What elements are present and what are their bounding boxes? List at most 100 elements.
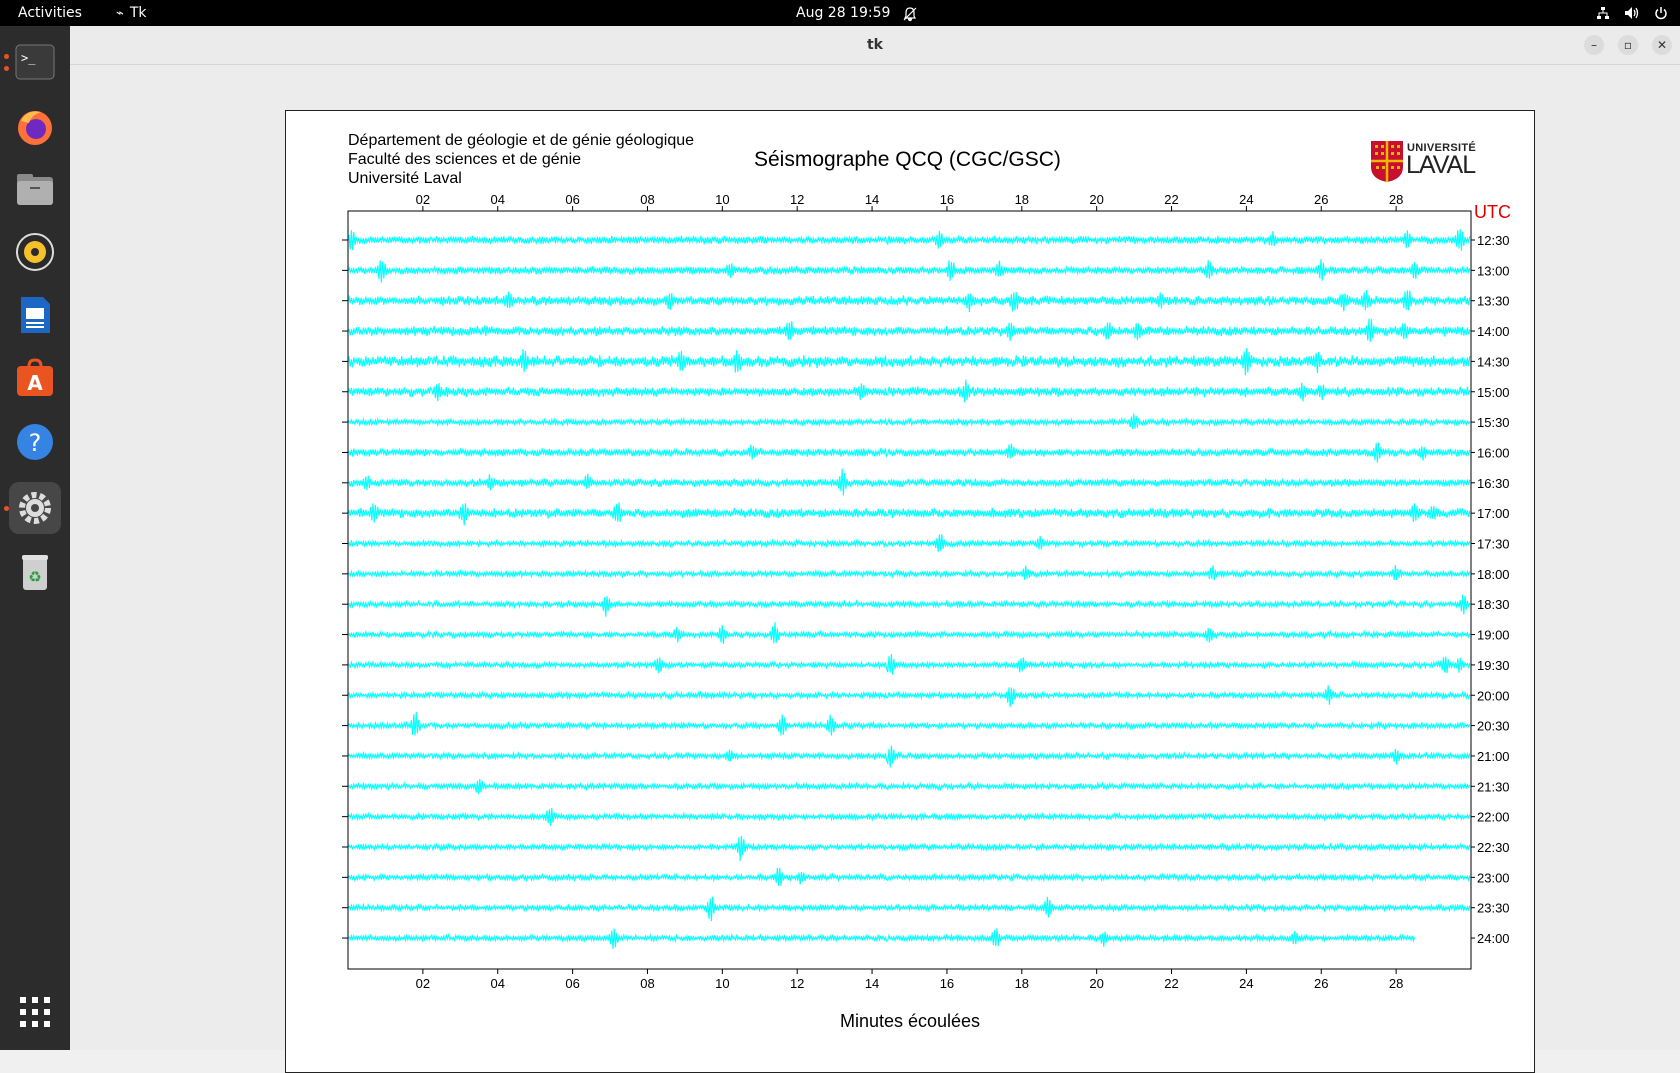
seismograph-canvas: Département de géologie et de génie géol… <box>285 110 1535 1073</box>
x-tick-label-top: 06 <box>565 192 579 207</box>
trash-icon[interactable]: ♻ <box>9 546 61 598</box>
seismic-trace <box>348 229 1471 251</box>
volume-icon <box>1624 6 1640 20</box>
activities-button[interactable]: Activities <box>18 0 82 26</box>
terminal-icon[interactable]: >_ <box>9 36 61 88</box>
tk-window: tk – ▫ ✕ Département de géologie et de g… <box>70 26 1680 1073</box>
seismic-trace <box>348 348 1471 376</box>
show-apps-icon[interactable] <box>9 986 61 1038</box>
window-title: tk <box>866 37 883 53</box>
seismic-trace <box>348 379 1471 403</box>
row-time-label: 17:30 <box>1477 537 1510 552</box>
svg-text:?: ? <box>29 429 42 457</box>
app-icon: ⌁ <box>116 6 124 21</box>
x-tick-label-bottom: 16 <box>940 976 954 991</box>
svg-text:A: A <box>27 371 43 395</box>
minimize-button[interactable]: – <box>1584 35 1604 55</box>
row-time-label: 13:00 <box>1477 263 1510 278</box>
writer-icon[interactable] <box>9 289 61 341</box>
power-icon <box>1654 6 1668 20</box>
files-icon[interactable] <box>9 164 61 216</box>
seismic-trace <box>348 289 1471 313</box>
plot-frame <box>347 210 1472 970</box>
network-icon <box>1596 6 1610 20</box>
seismic-trace <box>348 594 1471 617</box>
row-time-label: 19:30 <box>1477 658 1510 673</box>
x-tick-label-bottom: 02 <box>416 976 430 991</box>
seismic-trace <box>348 564 1471 581</box>
x-tick-label-bottom: 04 <box>490 976 504 991</box>
x-tick-label-bottom: 24 <box>1239 976 1253 991</box>
help-icon[interactable]: ? <box>9 416 61 468</box>
svg-text:>_: >_ <box>21 51 36 65</box>
row-time-label: 23:30 <box>1477 901 1510 916</box>
x-tick-label-top: 08 <box>640 192 654 207</box>
seismic-trace <box>348 745 1471 768</box>
x-tick-label-top: 12 <box>790 192 804 207</box>
system-tray[interactable] <box>1596 0 1668 26</box>
row-time-label: 12:30 <box>1477 233 1510 248</box>
seismic-trace <box>348 928 1416 950</box>
row-time-label: 20:30 <box>1477 719 1510 734</box>
firefox-icon[interactable] <box>9 101 61 153</box>
seismic-trace <box>348 534 1471 552</box>
row-time-label: 17:00 <box>1477 506 1510 521</box>
row-time-label: 19:00 <box>1477 628 1510 643</box>
row-time-label: 20:00 <box>1477 688 1510 703</box>
seismic-trace <box>348 468 1471 496</box>
close-button[interactable]: ✕ <box>1652 35 1672 55</box>
seismic-trace <box>348 318 1471 343</box>
seismic-trace <box>348 622 1471 645</box>
x-tick-label-top: 16 <box>940 192 954 207</box>
x-tick-label-bottom: 28 <box>1389 976 1403 991</box>
x-tick-label-top: 26 <box>1314 192 1328 207</box>
x-tick-label-bottom: 22 <box>1164 976 1178 991</box>
x-tick-label-top: 10 <box>715 192 729 207</box>
x-tick-label-top: 14 <box>865 192 879 207</box>
row-time-label: 23:00 <box>1477 870 1510 885</box>
row-time-label: 13:30 <box>1477 294 1510 309</box>
top-bar: Activities ⌁ Tk Aug 28 19:59 <box>0 0 1680 26</box>
x-tick-label-top: 20 <box>1089 192 1103 207</box>
x-tick-label-bottom: 18 <box>1015 976 1029 991</box>
row-time-label: 21:30 <box>1477 779 1510 794</box>
seismograph-plot: 02 02 04 04 06 06 08 08 10 10 12 12 14 14 16 16 18 18 20 20… <box>342 192 1510 991</box>
svg-text:♻: ♻ <box>28 568 41 586</box>
dock: >_ A ? ♻ <box>0 26 70 1050</box>
window-titlebar[interactable]: tk – ▫ ✕ <box>70 26 1680 65</box>
row-time-label: 22:30 <box>1477 840 1510 855</box>
clock[interactable]: Aug 28 19:59 <box>796 0 890 26</box>
row-time-label: 14:30 <box>1477 354 1510 369</box>
x-tick-label-top: 28 <box>1389 192 1403 207</box>
app-menu[interactable]: ⌁ Tk <box>116 0 147 26</box>
seismic-trace <box>348 807 1471 826</box>
seismic-trace <box>348 896 1471 922</box>
maximize-button[interactable]: ▫ <box>1618 35 1638 55</box>
seismic-trace <box>348 778 1471 794</box>
row-time-label: 24:00 <box>1477 931 1510 946</box>
seismic-trace <box>348 413 1471 429</box>
seismic-trace <box>348 835 1471 862</box>
row-time-label: 16:00 <box>1477 445 1510 460</box>
x-tick-label-bottom: 10 <box>715 976 729 991</box>
x-tick-label-bottom: 06 <box>565 976 579 991</box>
app-menu-label: Tk <box>129 5 147 21</box>
x-tick-label-top: 02 <box>416 192 430 207</box>
settings-icon[interactable] <box>9 482 61 534</box>
row-time-label: 14:00 <box>1477 324 1510 339</box>
row-time-label: 16:30 <box>1477 476 1510 491</box>
row-time-label: 15:00 <box>1477 385 1510 400</box>
seismic-trace <box>348 502 1471 526</box>
seismic-trace <box>348 711 1471 736</box>
x-tick-label-bottom: 26 <box>1314 976 1328 991</box>
seismic-trace <box>348 867 1471 886</box>
x-tick-label-top: 22 <box>1164 192 1178 207</box>
seismic-trace <box>348 685 1471 708</box>
x-tick-label-top: 24 <box>1239 192 1253 207</box>
x-tick-label-bottom: 20 <box>1089 976 1103 991</box>
seismic-trace <box>348 653 1471 675</box>
app-center-icon[interactable]: A <box>9 352 61 404</box>
rhythmbox-icon[interactable] <box>9 226 61 278</box>
notifications-muted-icon[interactable] <box>902 5 918 22</box>
row-time-label: 18:00 <box>1477 567 1510 582</box>
